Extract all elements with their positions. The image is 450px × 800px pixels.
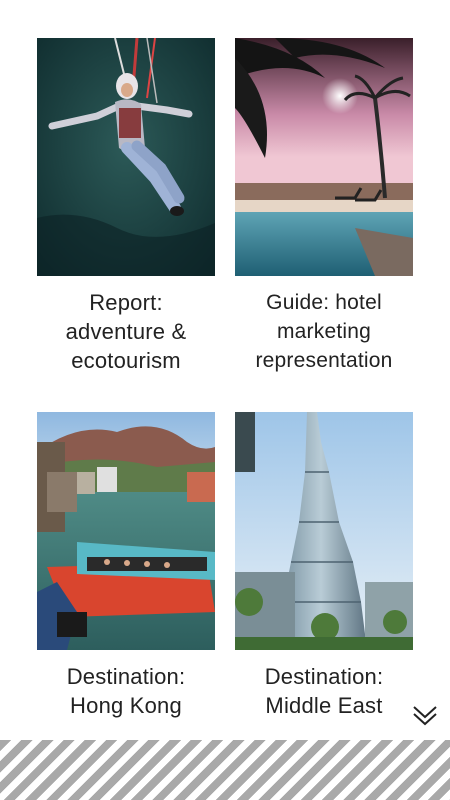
card-destination-middle-east[interactable]: Destination: Middle East bbox=[235, 412, 413, 720]
middle-east-tower-image[interactable] bbox=[235, 412, 413, 650]
card-caption[interactable]: Destination: Hong Kong bbox=[37, 662, 215, 720]
card-guide-hotel-marketing[interactable]: Guide: hotel marketing representation bbox=[235, 38, 413, 375]
card-caption[interactable]: Destination: Middle East bbox=[235, 662, 413, 720]
hong-kong-harbour-image[interactable] bbox=[37, 412, 215, 650]
card-caption[interactable]: Guide: hotel marketing representation bbox=[235, 288, 413, 375]
adventure-zipline-image[interactable] bbox=[37, 38, 215, 276]
card-caption[interactable]: Report: adventure & ecotourism bbox=[37, 288, 215, 375]
hotel-pool-image[interactable] bbox=[235, 38, 413, 276]
card-report-adventure[interactable]: Report: adventure & ecotourism bbox=[37, 38, 215, 375]
double-chevron-down-icon[interactable] bbox=[410, 700, 440, 730]
card-destination-hong-kong[interactable]: Destination: Hong Kong bbox=[37, 412, 215, 720]
footer-stripe-bar bbox=[0, 740, 450, 800]
